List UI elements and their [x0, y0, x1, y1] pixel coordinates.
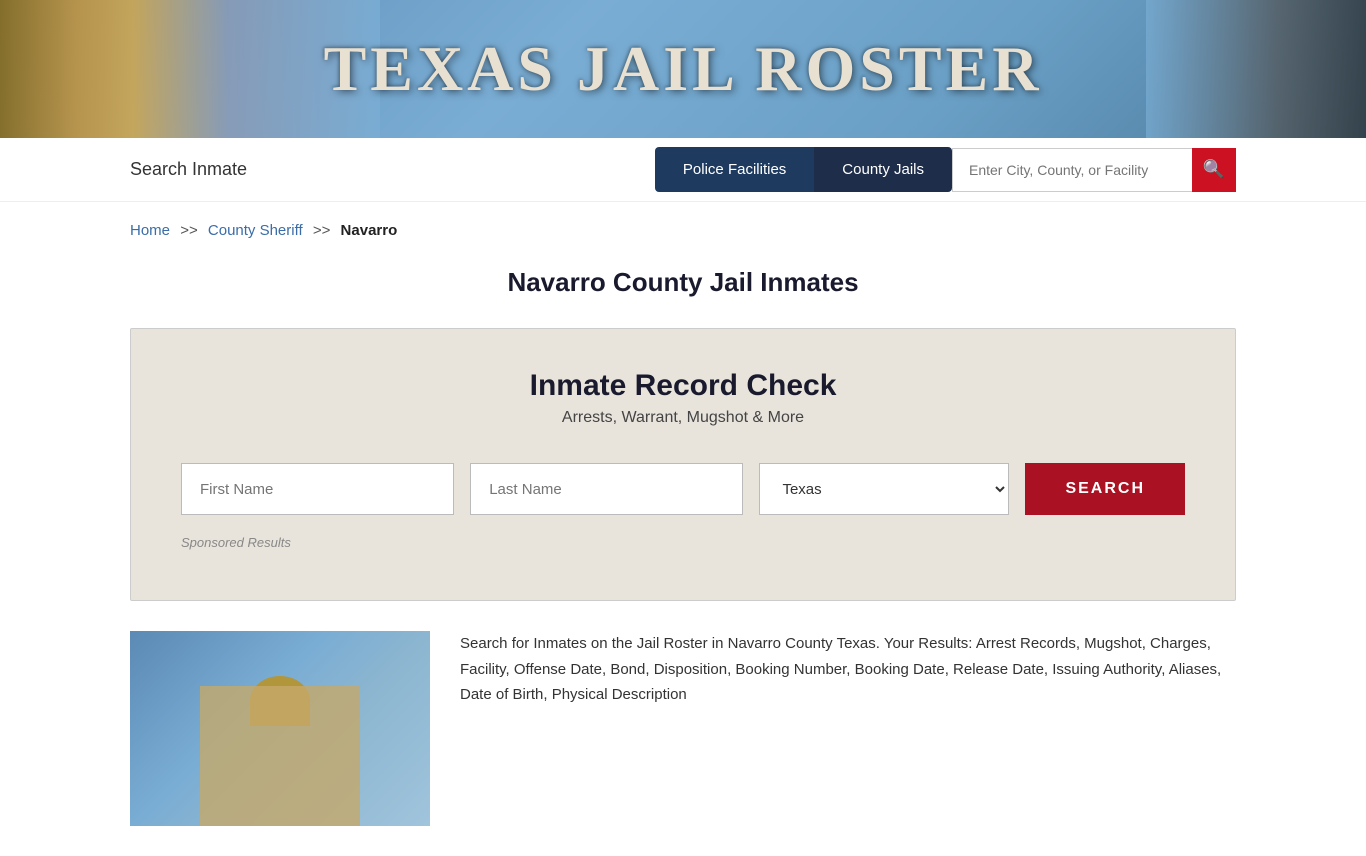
record-check-box: Inmate Record Check Arrests, Warrant, Mu… [130, 328, 1236, 601]
county-jails-button[interactable]: County Jails [814, 147, 952, 192]
navarro-building-image [130, 631, 430, 826]
facility-search-input[interactable] [952, 148, 1192, 192]
breadcrumb-sep-1: >> [180, 222, 198, 239]
bottom-description: Search for Inmates on the Jail Roster in… [460, 631, 1236, 708]
police-facilities-button[interactable]: Police Facilities [655, 147, 814, 192]
site-title: Texas Jail Roster [324, 32, 1043, 106]
breadcrumb-current: Navarro [341, 222, 398, 239]
sponsored-results-label: Sponsored Results [181, 535, 1185, 550]
breadcrumb: Home >> County Sheriff >> Navarro [0, 202, 1366, 249]
record-search-row: AlabamaAlaskaArizonaArkansasCaliforniaCo… [181, 463, 1185, 515]
search-inmate-label: Search Inmate [130, 159, 247, 180]
building-body [200, 686, 360, 826]
nav-right-section: Police Facilities County Jails 🔍 [655, 147, 1236, 192]
facility-search-button[interactable]: 🔍 [1192, 148, 1236, 192]
header-banner: Texas Jail Roster [0, 0, 1366, 138]
record-search-button[interactable]: SEARCH [1025, 463, 1185, 515]
record-check-title: Inmate Record Check [181, 369, 1185, 403]
breadcrumb-home[interactable]: Home [130, 222, 170, 239]
nav-bar: Search Inmate Police Facilities County J… [0, 138, 1366, 202]
breadcrumb-county-sheriff[interactable]: County Sheriff [208, 222, 303, 239]
breadcrumb-sep-2: >> [313, 222, 331, 239]
search-icon: 🔍 [1203, 159, 1225, 180]
state-select[interactable]: AlabamaAlaskaArizonaArkansasCaliforniaCo… [759, 463, 1009, 515]
last-name-input[interactable] [470, 463, 743, 515]
page-title: Navarro County Jail Inmates [0, 249, 1366, 328]
jail-image [1146, 0, 1366, 138]
first-name-input[interactable] [181, 463, 454, 515]
record-check-subtitle: Arrests, Warrant, Mugshot & More [181, 409, 1185, 427]
bottom-section: Search for Inmates on the Jail Roster in… [0, 601, 1366, 856]
